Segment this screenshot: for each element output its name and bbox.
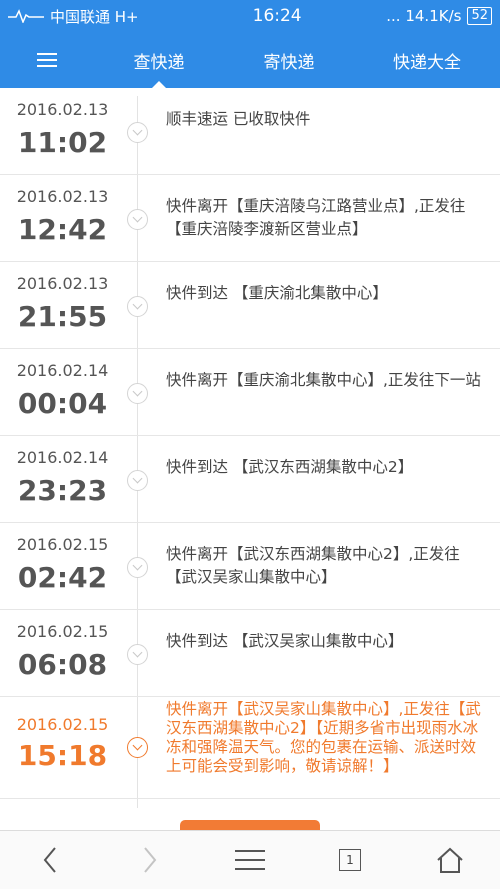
event-date: 2016.02.13: [16, 100, 109, 119]
event-date: 2016.02.15: [16, 715, 109, 734]
event-description: 快件离开【武汉东西湖集散中心2】,正发往【武汉吴家山集散中心】: [166, 545, 460, 586]
timeline-item-current: 2016.02.15 15:18 快件离开【武汉吴家山集散中心】,正发往【武汉东…: [0, 697, 500, 799]
browser-bottom-bar: 1: [0, 830, 500, 889]
menu-icon: [37, 53, 57, 67]
forward-icon: [144, 847, 157, 873]
event-date: 2016.02.14: [16, 448, 109, 467]
event-description: 顺丰速运 已收取快件: [166, 110, 311, 128]
back-icon: [43, 847, 56, 873]
tab-express-directory[interactable]: 快递大全: [354, 32, 500, 88]
home-button[interactable]: [400, 831, 500, 889]
event-date: 2016.02.15: [16, 622, 109, 641]
status-bar: 中国联通 H+ 16:24 ... 14.1K/s 52: [0, 0, 500, 32]
event-time: 02:42: [17, 561, 108, 594]
event-time: 15:18: [17, 739, 108, 772]
tabs-button[interactable]: 1: [300, 831, 400, 889]
back-button[interactable]: [0, 831, 100, 889]
chevron-down-icon: [127, 644, 148, 665]
browser-menu-button[interactable]: [200, 831, 300, 889]
timeline-item: 2016.02.13 12:42 快件离开【重庆涪陵乌江路营业点】,正发往【重庆…: [0, 175, 500, 262]
event-description: 快件到达 【武汉吴家山集散中心】: [166, 632, 404, 650]
chevron-down-icon: [127, 383, 148, 404]
network-speed: ... 14.1K/s: [386, 7, 462, 25]
event-description: 快件离开【武汉吴家山集散中心】,正发往【武汉东西湖集散中心2】【近期多省市出现雨…: [166, 700, 481, 775]
timeline-item: 2016.02.15 06:08 快件到达 【武汉吴家山集散中心】: [0, 610, 500, 697]
timeline-item: 2016.02.13 21:55 快件到达 【重庆渝北集散中心】: [0, 262, 500, 349]
top-nav: 查快递 寄快递 快递大全: [0, 32, 500, 88]
event-date: 2016.02.13: [16, 274, 109, 293]
chevron-down-icon: [127, 122, 148, 143]
menu-button[interactable]: [0, 32, 94, 88]
carrier-info: 中国联通 H+: [8, 6, 208, 27]
event-time: 00:04: [17, 387, 108, 420]
forward-button[interactable]: [100, 831, 200, 889]
chevron-down-icon: [127, 737, 148, 758]
tab-track-express[interactable]: 查快递: [94, 32, 224, 88]
event-date: 2016.02.14: [16, 361, 109, 380]
chevron-down-icon: [127, 557, 148, 578]
signal-pulse-icon: [8, 9, 44, 23]
carrier-name: 中国联通 H+: [50, 7, 139, 26]
orange-action-tab[interactable]: [180, 820, 320, 830]
battery-level: 52: [471, 8, 488, 23]
chevron-down-icon: [127, 296, 148, 317]
status-time: 16:24: [252, 6, 302, 26]
event-time: 12:42: [17, 213, 108, 246]
menu-icon: [235, 850, 265, 870]
event-time: 06:08: [17, 648, 108, 681]
timeline-item: 2016.02.15 02:42 快件离开【武汉东西湖集散中心2】,正发往【武汉…: [0, 523, 500, 610]
home-icon: [437, 847, 463, 873]
event-description: 快件到达 【重庆渝北集散中心】: [166, 284, 388, 302]
event-description: 快件到达 【武汉东西湖集散中心2】: [166, 458, 414, 476]
timeline-item: 2016.02.13 11:02 顺丰速运 已收取快件: [0, 88, 500, 175]
event-time: 23:23: [17, 474, 108, 507]
event-description: 快件离开【重庆渝北集散中心】,正发往下一站: [166, 371, 481, 389]
battery-icon: 52: [467, 7, 492, 25]
timeline-item: 2016.02.14 23:23 快件到达 【武汉东西湖集散中心2】: [0, 436, 500, 523]
event-date: 2016.02.13: [16, 187, 109, 206]
event-time: 11:02: [17, 126, 108, 159]
chevron-down-icon: [127, 209, 148, 230]
chevron-down-icon: [127, 470, 148, 491]
status-right: ... 14.1K/s 52: [386, 7, 492, 25]
timeline-item: 2016.02.14 00:04 快件离开【重庆渝北集散中心】,正发往下一站: [0, 349, 500, 436]
event-date: 2016.02.15: [16, 535, 109, 554]
tracking-timeline: 2016.02.13 11:02 顺丰速运 已收取快件 2016.02.13 1…: [0, 88, 500, 808]
event-description: 快件离开【重庆涪陵乌江路营业点】,正发往【重庆涪陵李渡新区营业点】: [166, 197, 466, 238]
event-time: 21:55: [17, 300, 108, 333]
tab-send-express[interactable]: 寄快递: [224, 32, 354, 88]
tabs-icon: 1: [339, 849, 361, 871]
